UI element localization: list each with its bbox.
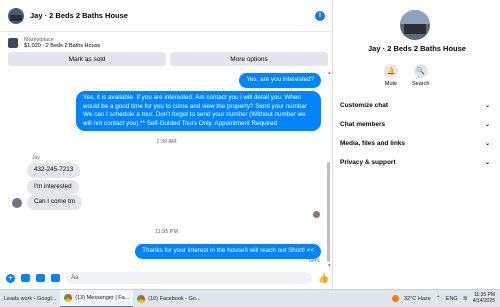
plus-icon[interactable]: + xyxy=(6,273,15,283)
message-bubble-outgoing[interactable]: Thanks for your interest in the house!I … xyxy=(135,244,321,259)
clock-date: 4/14/2025 xyxy=(472,297,495,304)
menu-item-chat-members[interactable]: Chat members ⌄ xyxy=(340,115,490,134)
more-options-button[interactable]: More options xyxy=(170,52,328,66)
search-icon: 🔍 xyxy=(413,64,428,78)
message-thread: Yes, are you interested? Yes, it is avai… xyxy=(0,68,333,268)
message-timestamp: 11:35 PM xyxy=(154,229,179,235)
message-bubble-outgoing[interactable]: Yes, it is available. If you are interes… xyxy=(76,91,321,131)
chevron-up-icon[interactable]: ⌃ xyxy=(436,295,441,302)
bell-icon: 🔔 xyxy=(384,64,398,78)
menu-item-label: Chat members xyxy=(340,121,386,128)
chevron-down-icon: ⌄ xyxy=(484,103,490,109)
menu-item-label: Media, files and links xyxy=(340,140,406,147)
menu-item-customize-chat[interactable]: Customize chat ⌄ xyxy=(340,96,490,115)
sent-status: Sent xyxy=(308,258,319,264)
mute-button[interactable]: 🔔 Mute xyxy=(384,64,398,87)
menu-item-media-files-links[interactable]: Media, files and links ⌄ xyxy=(340,134,490,153)
seen-avatar xyxy=(313,211,320,218)
listing-text: Marketplace $1,020 · 2 Beds 2 Baths Hous… xyxy=(24,37,100,50)
menu-item-label: Customize chat xyxy=(340,102,389,109)
message-bubble-incoming[interactable]: I'm interested xyxy=(27,180,79,195)
clock[interactable]: 11:35 PM 4/14/2025 xyxy=(472,292,495,304)
chat-header: Jay · 2 Beds 2 Baths House i xyxy=(0,0,333,32)
conversation-menu: Customize chat ⌄ Chat members ⌄ Media, f… xyxy=(340,96,490,172)
mute-label: Mute xyxy=(384,81,398,87)
taskbar-item-label: (10) Facebook - Go... xyxy=(148,295,201,302)
listing-thumbnail xyxy=(8,38,18,48)
info-icon[interactable]: i xyxy=(315,10,325,21)
language-indicator[interactable]: ENG xyxy=(446,296,458,302)
camera-icon[interactable] xyxy=(21,274,30,282)
weather-icon[interactable] xyxy=(392,295,400,302)
marketplace-listing[interactable]: Marketplace $1,020 · 2 Beds 2 Baths Hous… xyxy=(8,34,328,52)
conversation-avatar[interactable] xyxy=(400,10,430,40)
search-label: Search xyxy=(412,81,430,87)
menu-item-privacy-support[interactable]: Privacy & support ⌄ xyxy=(340,153,490,172)
chevron-down-icon: ⌄ xyxy=(484,122,490,128)
taskbar-item-label: Leads work - Googl... xyxy=(4,295,57,302)
wifi-icon[interactable]: ≋ xyxy=(463,295,468,302)
chevron-down-icon: ⌄ xyxy=(484,141,490,147)
gif-icon[interactable] xyxy=(51,274,60,282)
chat-panel: Jay · 2 Beds 2 Baths House i Marketplace… xyxy=(0,0,333,289)
like-icon[interactable]: 👍 xyxy=(318,273,329,283)
chevron-down-icon: ⌄ xyxy=(484,160,490,166)
search-button[interactable]: 🔍 Search xyxy=(412,64,429,87)
system-tray: 32°C Haze ⌃ ENG ≋ 11:35 PM 4/14/2025 xyxy=(392,292,500,304)
mark-as-sold-button[interactable]: Mark as sold xyxy=(8,52,166,66)
chat-title[interactable]: Jay · 2 Beds 2 Baths House xyxy=(30,11,128,20)
message-timestamp: 1:39 AM xyxy=(156,139,177,145)
listing-description: $1,020 · 2 Beds 2 Baths House xyxy=(24,43,101,49)
message-bubble-outgoing[interactable]: Yes, are you interested? xyxy=(239,73,321,88)
conversation-info-panel: Jay · 2 Beds 2 Baths House 🔔 Mute 🔍 Sear… xyxy=(334,0,500,289)
avatar[interactable] xyxy=(8,7,24,24)
message-composer: + Aa 👍 xyxy=(0,268,333,288)
scrollbar-thumb[interactable] xyxy=(327,162,330,262)
taskbar-item-label: (13) Messenger | Fa... xyxy=(75,294,130,301)
taskbar-item-facebook[interactable]: (10) Facebook - Go... xyxy=(133,290,204,307)
windows-taskbar: Leads work - Googl... (13) Messenger | F… xyxy=(0,289,500,307)
menu-item-label: Privacy & support xyxy=(340,159,396,166)
listing-actions: Mark as sold More options xyxy=(8,52,328,66)
sticker-icon[interactable] xyxy=(36,274,45,282)
message-bubble-incoming[interactable]: 432-245-7213 xyxy=(27,163,81,178)
conversation-title: Jay · 2 Beds 2 Baths House xyxy=(368,44,466,53)
chrome-icon xyxy=(137,294,146,303)
chrome-icon xyxy=(64,293,73,302)
conversation-actions: 🔔 Mute 🔍 Search xyxy=(384,64,429,87)
taskbar-item-leads-work[interactable]: Leads work - Googl... xyxy=(0,290,60,307)
sender-avatar[interactable] xyxy=(12,198,22,208)
sender-name: Jay xyxy=(32,155,40,161)
taskbar-item-messenger[interactable]: (13) Messenger | Fa... xyxy=(60,289,134,307)
scroll-up-icon[interactable]: ▲ xyxy=(327,70,332,76)
message-input[interactable]: Aa xyxy=(66,272,312,284)
message-bubble-incoming[interactable]: Can I come tm xyxy=(27,195,82,210)
weather-text[interactable]: 32°C Haze xyxy=(404,296,431,302)
